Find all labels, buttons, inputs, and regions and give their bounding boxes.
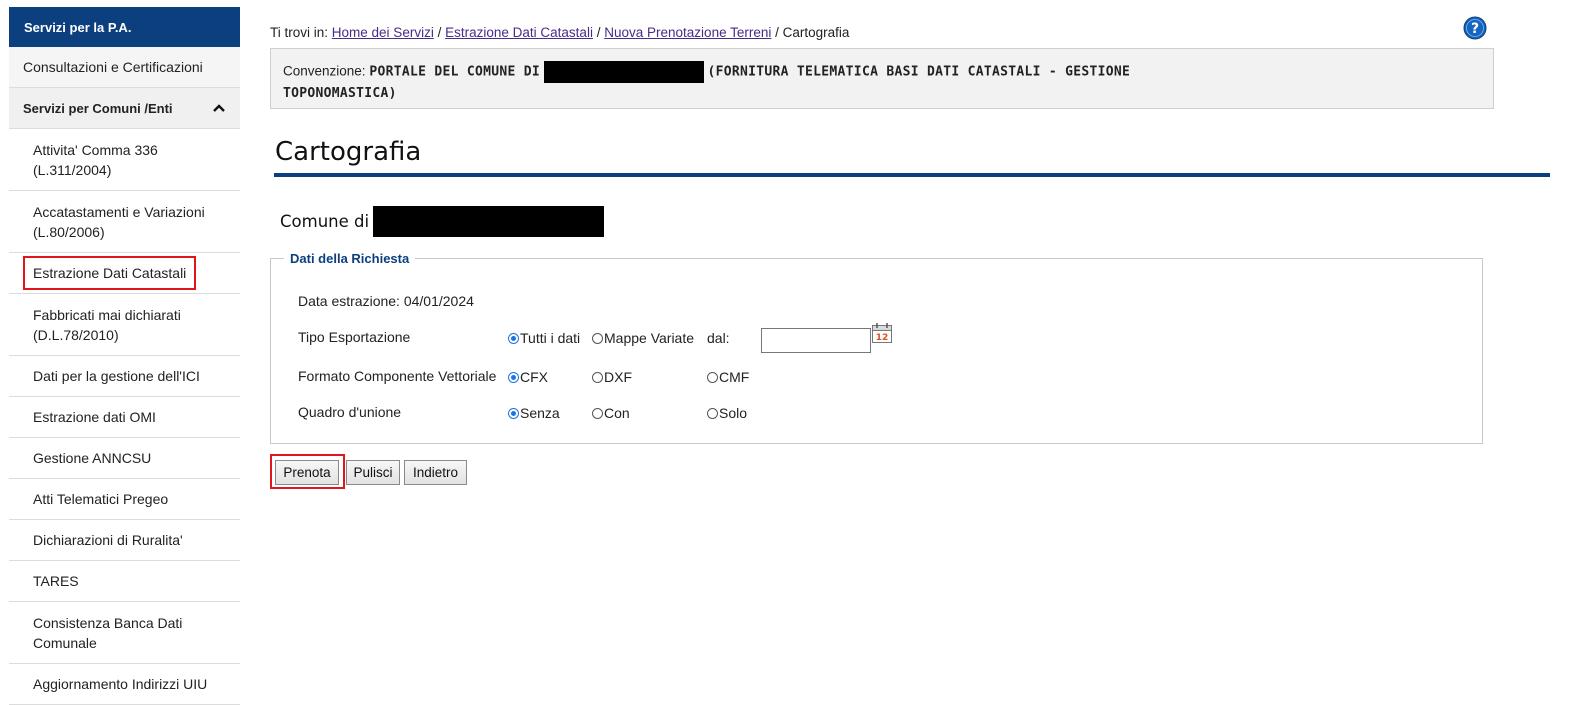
svg-text:?: ? — [1471, 21, 1479, 37]
data-estrazione: Data estrazione: 04/01/2024 — [298, 293, 474, 309]
radio-cfx[interactable]: CFX — [508, 369, 548, 385]
sidebar-header[interactable]: Servizi per la P.A. — [9, 7, 240, 47]
sidebar-item-omi[interactable]: Estrazione dati OMI — [9, 397, 240, 438]
radio-selected-icon — [508, 371, 519, 383]
breadcrumb-link-nuova-prenotazione[interactable]: Nuova Prenotazione Terreni — [604, 25, 771, 40]
fieldset-legend: Dati della Richiesta — [284, 251, 416, 266]
radio-senza[interactable]: Senza — [508, 405, 560, 421]
radio-dxf[interactable]: DXF — [592, 369, 632, 385]
chevron-up-icon — [213, 104, 225, 112]
radio-icon — [707, 371, 718, 383]
comune-heading: Comune di — [280, 206, 605, 237]
convenzione-box: Convenzione: PORTALE DEL COMUNE DI (FORN… — [270, 48, 1494, 109]
svg-text:12: 12 — [876, 333, 889, 343]
quadro-unione-label: Quadro d'unione — [298, 404, 402, 420]
breadcrumb-current: Cartografia — [782, 25, 850, 40]
highlight-box: Estrazione Dati Catastali — [23, 256, 197, 290]
sidebar-section-label: Servizi per Comuni /Enti — [23, 100, 173, 116]
prenota-button[interactable]: Prenota — [275, 460, 339, 485]
radio-icon — [592, 407, 603, 419]
sidebar-item-anncsu[interactable]: Gestione ANNCSU — [9, 438, 240, 479]
radio-icon — [707, 407, 718, 419]
breadcrumb-link-home[interactable]: Home dei Servizi — [332, 25, 434, 40]
sidebar-item-comma336[interactable]: Attivita' Comma 336 (L.311/2004) — [9, 129, 240, 191]
sidebar-item-pregeo[interactable]: Atti Telematici Pregeo — [9, 479, 240, 520]
formato-label: Formato Componente Vettoriale — [298, 368, 497, 384]
radio-cmf[interactable]: CMF — [707, 369, 749, 385]
breadcrumb: Ti trovi in: Home dei Servizi / Estrazio… — [270, 25, 850, 40]
title-divider — [274, 173, 1550, 177]
radio-mappe-variate[interactable]: Mappe Variate — [592, 330, 694, 346]
radio-icon — [592, 371, 603, 383]
radio-selected-icon — [508, 407, 519, 419]
redacted-block — [373, 206, 605, 237]
dal-label: dal: — [707, 330, 730, 346]
calendar-icon[interactable]: 12 — [871, 322, 893, 344]
tipo-esportazione-label: Tipo Esportazione — [298, 329, 411, 345]
page-title: Cartografia — [275, 137, 422, 167]
indietro-button[interactable]: Indietro — [404, 460, 467, 485]
radio-selected-icon — [508, 332, 519, 344]
redacted-block — [543, 61, 704, 83]
sidebar-item-consultazioni[interactable]: Consultazioni e Certificazioni — [9, 47, 240, 88]
pulisci-button[interactable]: Pulisci — [346, 460, 400, 485]
radio-icon — [592, 332, 603, 344]
sidebar: Servizi per la P.A. Consultazioni e Cert… — [9, 7, 240, 705]
radio-tutti-i-dati[interactable]: Tutti i dati — [508, 330, 580, 346]
help-icon[interactable]: ? — [1463, 16, 1487, 40]
sidebar-item-tares[interactable]: TARES — [9, 561, 240, 602]
radio-con[interactable]: Con — [592, 405, 630, 421]
sidebar-item-indirizzi-uiu[interactable]: Aggiornamento Indirizzi UIU — [9, 664, 240, 705]
dati-richiesta-fieldset — [270, 258, 1483, 444]
sidebar-item-estrazione-dati-catastali[interactable]: Estrazione Dati Catastali — [9, 253, 240, 294]
sidebar-item-consistenza[interactable]: Consistenza Banca Dati Comunale — [9, 602, 240, 664]
dal-date-input[interactable] — [761, 328, 871, 353]
sidebar-item-fabbricati[interactable]: Fabbricati mai dichiarati (D.L.78/2010) — [9, 294, 240, 356]
sidebar-item-accatastamenti[interactable]: Accatastamenti e Variazioni (L.80/2006) — [9, 191, 240, 253]
radio-solo[interactable]: Solo — [707, 405, 747, 421]
sidebar-section-comuni[interactable]: Servizi per Comuni /Enti — [9, 88, 240, 129]
breadcrumb-link-estrazione[interactable]: Estrazione Dati Catastali — [445, 25, 593, 40]
sidebar-item-ici[interactable]: Dati per la gestione dell'ICI — [9, 356, 240, 397]
sidebar-item-ruralita[interactable]: Dichiarazioni di Ruralita' — [9, 520, 240, 561]
